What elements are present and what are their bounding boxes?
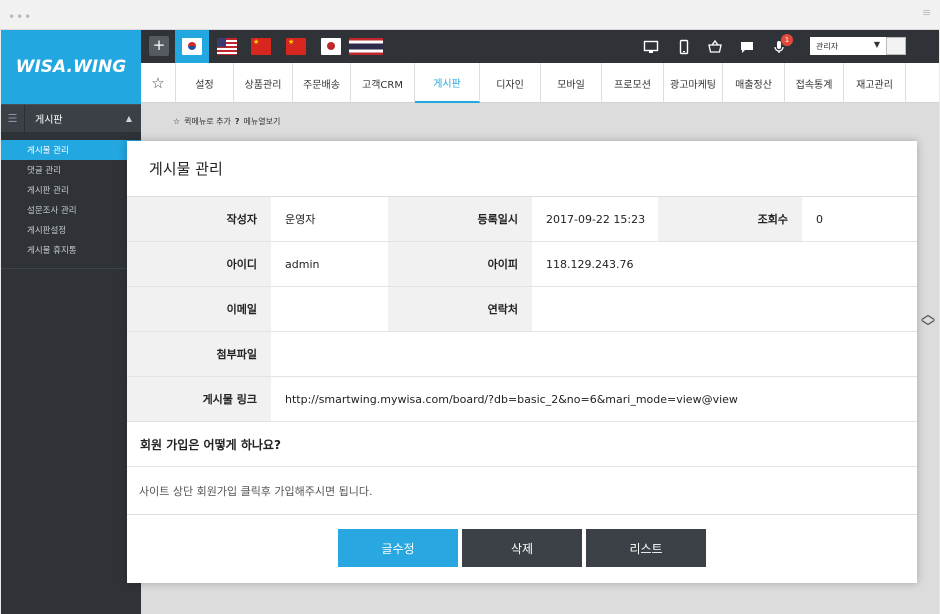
- tab-products[interactable]: 상품관리: [234, 63, 293, 103]
- window-chrome: ••• ≡: [0, 0, 940, 30]
- sidebar-item-board-management[interactable]: 게시판 관리: [1, 180, 141, 200]
- quick-add-link[interactable]: 퀵메뉴로 추가: [184, 116, 231, 127]
- tab-mobile[interactable]: 모바일: [541, 63, 602, 103]
- author-value: 운영자: [285, 213, 316, 226]
- row-link: 게시물 링크 http://smartwing.mywisa.com/board…: [127, 377, 917, 422]
- row-author: 작성자 운영자 등록일시 2017-09-22 15:23 조회수 0: [127, 197, 917, 242]
- row-email: 이메일 연락처: [127, 287, 917, 332]
- sidebar-section-label: 게시판: [35, 115, 63, 126]
- china-flag-icon: [286, 38, 306, 55]
- ip-label: 아이피: [388, 242, 532, 286]
- notification-badge: 1: [781, 34, 793, 46]
- basket-icon[interactable]: [707, 39, 723, 55]
- thailand-flag-icon: [349, 38, 383, 55]
- post-detail-modal: 게시물 관리 작성자 운영자 등록일시 2017-09-22 15:23 조회수…: [127, 141, 917, 583]
- star-icon[interactable]: ☆: [141, 63, 176, 103]
- sidebar-section-header[interactable]: ☰ 게시판 ▲: [1, 104, 141, 133]
- phone-label: 연락처: [388, 287, 532, 331]
- email-label: 이메일: [127, 287, 271, 331]
- tab-crm[interactable]: 고객CRM: [351, 63, 415, 103]
- sidebar-list: 게시물 관리 댓글 관리 게시판 관리 설문조사 관리 게시판설정 게시물 휴지…: [1, 132, 141, 269]
- tab-sales[interactable]: 매출정산: [723, 63, 785, 103]
- edit-post-button[interactable]: 글수정: [338, 529, 458, 567]
- help-icon: ?: [234, 117, 240, 126]
- post-link-label: 게시물 링크: [127, 377, 271, 421]
- id-value: admin: [285, 257, 320, 271]
- tab-settings[interactable]: 설정: [176, 63, 234, 103]
- monitor-icon[interactable]: [643, 39, 659, 55]
- window-dots: •••: [8, 10, 33, 24]
- author-label: 작성자: [127, 197, 271, 241]
- modal-buttons: 글수정 삭제 리스트: [338, 529, 706, 567]
- sidebar-item-post-management[interactable]: 게시물 관리: [1, 140, 141, 160]
- date-label: 등록일시: [388, 197, 532, 241]
- id-label: 아이디: [127, 242, 271, 286]
- row-attachment: 첨부파일: [127, 332, 917, 377]
- tab-ad-marketing[interactable]: 광고마케팅: [664, 63, 723, 103]
- sidebar-item-survey-management[interactable]: 설문조사 관리: [1, 200, 141, 220]
- tab-inventory[interactable]: 재고관리: [844, 63, 906, 103]
- list-button[interactable]: 리스트: [586, 529, 706, 567]
- tab-promotion[interactable]: 프로모션: [602, 63, 664, 103]
- sidebar: WISA.WING ☰ 게시판 ▲ 게시물 관리 댓글 관리 게시판 관리 설문…: [1, 30, 141, 614]
- sidebar-item-board-settings[interactable]: 게시판설정: [1, 220, 141, 240]
- attachment-value[interactable]: [271, 332, 917, 376]
- mobile-icon[interactable]: [676, 39, 692, 55]
- user-role-select[interactable]: 관리자 ▼: [810, 37, 886, 55]
- scroll-arrows[interactable]: ︿ ﹀: [921, 308, 935, 335]
- flag-korea-tab[interactable]: [175, 30, 209, 63]
- phone-value: [532, 287, 917, 331]
- chat-icon[interactable]: [739, 39, 755, 55]
- views-value: 0: [816, 212, 823, 226]
- help-link[interactable]: 메뉴열보기: [244, 116, 281, 127]
- tab-design[interactable]: 디자인: [480, 63, 541, 103]
- post-title: 회원 가입은 어떻게 하나요?: [127, 422, 917, 467]
- post-body: 사이트 상단 회원가입 클릭후 가입해주시면 됩니다.: [127, 467, 917, 515]
- add-button[interactable]: +: [149, 36, 169, 56]
- collapse-arrow-icon[interactable]: ▲: [126, 114, 132, 123]
- delete-button[interactable]: 삭제: [462, 529, 582, 567]
- chevron-down-icon: ▼: [873, 40, 880, 49]
- row-id: 아이디 admin 아이피 118.129.243.76: [127, 242, 917, 287]
- star-outline-icon: ☆: [173, 117, 181, 126]
- sidebar-divider: [1, 268, 141, 269]
- ip-value: 118.129.243.76: [546, 257, 634, 271]
- japan-flag-icon: [321, 38, 341, 55]
- flag-china-tab[interactable]: [244, 30, 278, 63]
- attachment-label: 첨부파일: [127, 332, 271, 376]
- korea-flag-icon: [182, 38, 202, 55]
- sidebar-item-post-trash[interactable]: 게시물 휴지통: [1, 240, 141, 260]
- chevron-down-icon[interactable]: ﹀: [921, 321, 935, 335]
- usa-flag-icon: [217, 38, 237, 55]
- china-flag-icon: [251, 38, 271, 55]
- app-frame: WISA.WING ☰ 게시판 ▲ 게시물 관리 댓글 관리 게시판 관리 설문…: [1, 30, 939, 614]
- logo[interactable]: WISA.WING: [1, 30, 141, 104]
- top-bar: + 1 관리자 ▼: [141, 30, 939, 63]
- tab-board[interactable]: 게시판: [415, 63, 480, 103]
- flag-china-2-tab[interactable]: [279, 30, 313, 63]
- user-role-label: 관리자: [816, 41, 839, 51]
- tab-orders[interactable]: 주문배송: [293, 63, 351, 103]
- flag-usa-tab[interactable]: [210, 30, 244, 63]
- avatar[interactable]: [886, 37, 906, 55]
- flag-thailand-tab[interactable]: [349, 30, 383, 63]
- sidebar-item-comment-management[interactable]: 댓글 관리: [1, 160, 141, 180]
- views-label: 조회수: [658, 197, 802, 241]
- hamburger-icon[interactable]: ≡: [922, 6, 932, 19]
- date-value: 2017-09-22 15:23: [546, 212, 646, 226]
- modal-title: 게시물 관리: [127, 141, 917, 197]
- sub-toolbar: ☆ 퀵메뉴로 추가 ? 메뉴열보기: [173, 116, 280, 127]
- list-icon: ☰: [1, 104, 25, 133]
- main-nav: ☆ 설정 상품관리 주문배송 고객CRM 게시판 디자인 모바일 프로모션 광고…: [141, 63, 939, 103]
- tab-statistics[interactable]: 접속통계: [785, 63, 844, 103]
- email-value: [271, 287, 388, 331]
- post-link-value[interactable]: http://smartwing.mywisa.com/board/?db=ba…: [271, 377, 917, 421]
- flag-japan-tab[interactable]: [314, 30, 348, 63]
